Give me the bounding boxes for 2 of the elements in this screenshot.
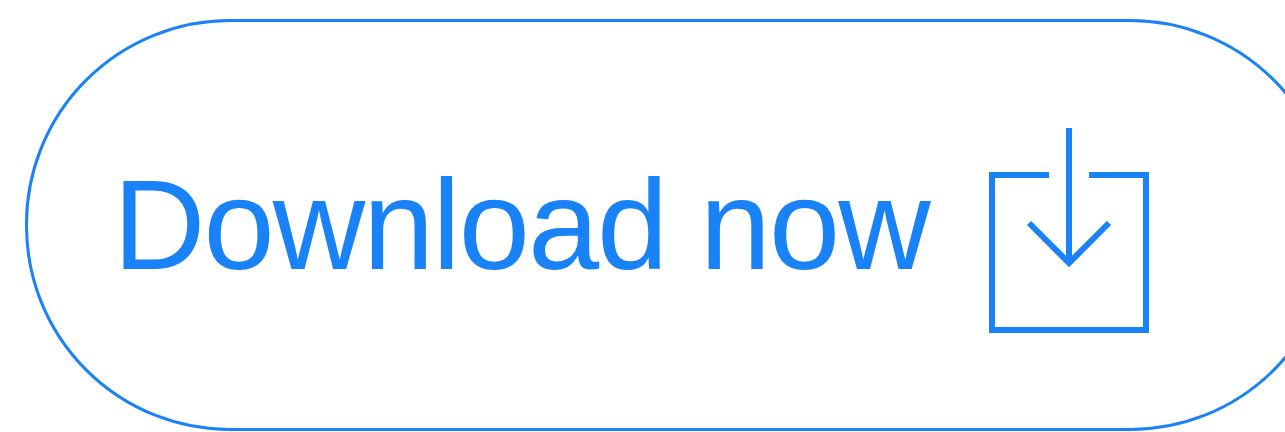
- download-button[interactable]: Download now: [25, 19, 1285, 431]
- download-icon: [988, 127, 1149, 333]
